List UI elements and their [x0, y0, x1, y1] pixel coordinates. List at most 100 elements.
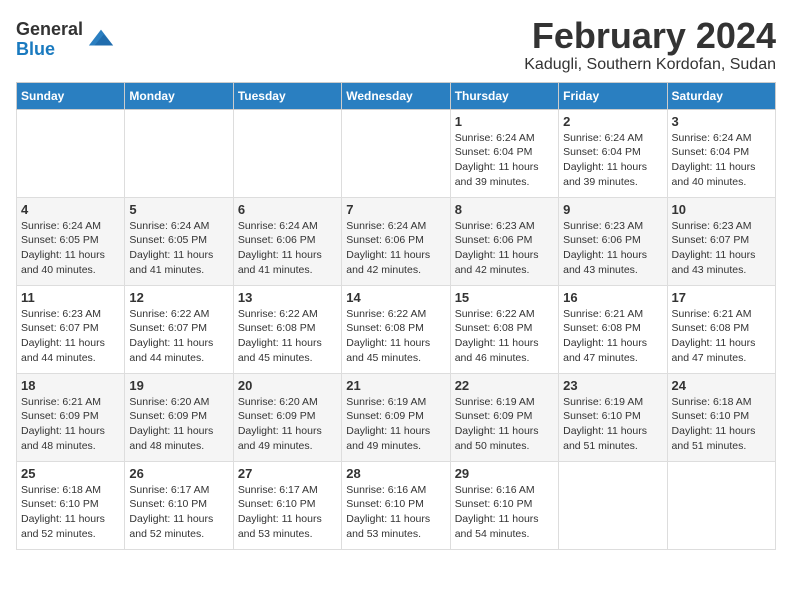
day-info: Sunrise: 6:16 AMSunset: 6:10 PMDaylight:… — [455, 483, 554, 542]
day-info: Sunrise: 6:16 AMSunset: 6:10 PMDaylight:… — [346, 483, 445, 542]
title-block: February 2024 Kadugli, Southern Kordofan… — [524, 16, 776, 74]
day-number: 26 — [129, 466, 228, 481]
day-number: 16 — [563, 290, 662, 305]
day-info: Sunrise: 6:19 AMSunset: 6:09 PMDaylight:… — [346, 395, 445, 454]
calendar-cell: 27 Sunrise: 6:17 AMSunset: 6:10 PMDayligh… — [233, 461, 341, 549]
day-number: 27 — [238, 466, 337, 481]
calendar-cell: 6 Sunrise: 6:24 AMSunset: 6:06 PMDaylight… — [233, 197, 341, 285]
calendar-cell: 16Sunrise: 6:21 AMSunset: 6:08 PMDayligh… — [559, 285, 667, 373]
calendar-cell: 10 Sunrise: 6:23 AMSunset: 6:07 PMDayligh… — [667, 197, 775, 285]
calendar-cell: 23Sunrise: 6:19 AMSunset: 6:10 PMDayligh… — [559, 373, 667, 461]
sub-title: Kadugli, Southern Kordofan, Sudan — [524, 56, 776, 74]
day-number: 21 — [346, 378, 445, 393]
day-info: Sunrise: 6:17 AMSunset: 6:10 PMDaylight:… — [238, 483, 337, 542]
header-friday: Friday — [559, 82, 667, 109]
logo-icon — [87, 25, 115, 53]
day-number: 17 — [672, 290, 771, 305]
header-tuesday: Tuesday — [233, 82, 341, 109]
calendar-cell: 22 Sunrise: 6:19 AMSunset: 6:09 PMDayligh… — [450, 373, 558, 461]
calendar-cell — [17, 109, 125, 197]
day-number: 2 — [563, 114, 662, 129]
calendar-week-1: 1Sunrise: 6:24 AMSunset: 6:04 PMDaylight… — [17, 109, 776, 197]
header-saturday: Saturday — [667, 82, 775, 109]
day-info: Sunrise: 6:21 AMSunset: 6:08 PMDaylight:… — [672, 307, 771, 366]
day-number: 18 — [21, 378, 120, 393]
calendar-cell: 25 Sunrise: 6:18 AMSunset: 6:10 PMDayligh… — [17, 461, 125, 549]
day-info: Sunrise: 6:18 AMSunset: 6:10 PMDaylight:… — [21, 483, 120, 542]
day-number: 9 — [563, 202, 662, 217]
calendar-cell: 12 Sunrise: 6:22 AMSunset: 6:07 PMDayligh… — [125, 285, 233, 373]
day-info: Sunrise: 6:21 AMSunset: 6:09 PMDaylight:… — [21, 395, 120, 454]
day-info: Sunrise: 6:23 AMSunset: 6:07 PMDaylight:… — [672, 219, 771, 278]
day-number: 12 — [129, 290, 228, 305]
day-info: Sunrise: 6:19 AMSunset: 6:10 PMDaylight:… — [563, 395, 662, 454]
calendar-cell: 29 Sunrise: 6:16 AMSunset: 6:10 PMDayligh… — [450, 461, 558, 549]
calendar-cell — [559, 461, 667, 549]
day-number: 25 — [21, 466, 120, 481]
day-number: 3 — [672, 114, 771, 129]
calendar-body: 1Sunrise: 6:24 AMSunset: 6:04 PMDaylight… — [17, 109, 776, 549]
calendar-cell — [667, 461, 775, 549]
calendar-cell — [342, 109, 450, 197]
logo-general: General — [16, 20, 83, 40]
header-monday: Monday — [125, 82, 233, 109]
calendar-cell: 7Sunrise: 6:24 AMSunset: 6:06 PMDaylight… — [342, 197, 450, 285]
day-info: Sunrise: 6:23 AMSunset: 6:07 PMDaylight:… — [21, 307, 120, 366]
day-number: 11 — [21, 290, 120, 305]
day-number: 29 — [455, 466, 554, 481]
calendar-cell: 17 Sunrise: 6:21 AMSunset: 6:08 PMDayligh… — [667, 285, 775, 373]
day-info: Sunrise: 6:24 AMSunset: 6:04 PMDaylight:… — [563, 131, 662, 190]
day-number: 4 — [21, 202, 120, 217]
day-number: 20 — [238, 378, 337, 393]
day-info: Sunrise: 6:20 AMSunset: 6:09 PMDaylight:… — [238, 395, 337, 454]
logo: General Blue — [16, 20, 115, 60]
calendar-cell — [125, 109, 233, 197]
calendar-week-4: 18 Sunrise: 6:21 AMSunset: 6:09 PMDayligh… — [17, 373, 776, 461]
day-info: Sunrise: 6:20 AMSunset: 6:09 PMDaylight:… — [129, 395, 228, 454]
day-number: 5 — [129, 202, 228, 217]
day-number: 13 — [238, 290, 337, 305]
day-info: Sunrise: 6:19 AMSunset: 6:09 PMDaylight:… — [455, 395, 554, 454]
calendar-week-5: 25 Sunrise: 6:18 AMSunset: 6:10 PMDayligh… — [17, 461, 776, 549]
day-info: Sunrise: 6:17 AMSunset: 6:10 PMDaylight:… — [129, 483, 228, 542]
day-info: Sunrise: 6:22 AMSunset: 6:07 PMDaylight:… — [129, 307, 228, 366]
day-info: Sunrise: 6:22 AMSunset: 6:08 PMDaylight:… — [455, 307, 554, 366]
calendar-cell: 18 Sunrise: 6:21 AMSunset: 6:09 PMDayligh… — [17, 373, 125, 461]
day-number: 7 — [346, 202, 445, 217]
main-title: February 2024 — [524, 16, 776, 56]
day-number: 22 — [455, 378, 554, 393]
logo-blue: Blue — [16, 40, 83, 60]
day-number: 10 — [672, 202, 771, 217]
day-number: 28 — [346, 466, 445, 481]
calendar-week-2: 4 Sunrise: 6:24 AMSunset: 6:05 PMDaylight… — [17, 197, 776, 285]
calendar-cell: 19 Sunrise: 6:20 AMSunset: 6:09 PMDayligh… — [125, 373, 233, 461]
header-thursday: Thursday — [450, 82, 558, 109]
day-number: 15 — [455, 290, 554, 305]
day-info: Sunrise: 6:18 AMSunset: 6:10 PMDaylight:… — [672, 395, 771, 454]
calendar-cell: 13 Sunrise: 6:22 AMSunset: 6:08 PMDayligh… — [233, 285, 341, 373]
day-info: Sunrise: 6:24 AMSunset: 6:04 PMDaylight:… — [672, 131, 771, 190]
day-number: 6 — [238, 202, 337, 217]
calendar-header: Sunday Monday Tuesday Wednesday Thursday… — [17, 82, 776, 109]
day-info: Sunrise: 6:22 AMSunset: 6:08 PMDaylight:… — [346, 307, 445, 366]
day-info: Sunrise: 6:22 AMSunset: 6:08 PMDaylight:… — [238, 307, 337, 366]
calendar-cell: 20 Sunrise: 6:20 AMSunset: 6:09 PMDayligh… — [233, 373, 341, 461]
calendar-cell: 26 Sunrise: 6:17 AMSunset: 6:10 PMDayligh… — [125, 461, 233, 549]
calendar-cell — [233, 109, 341, 197]
calendar-cell: 5 Sunrise: 6:24 AMSunset: 6:05 PMDaylight… — [125, 197, 233, 285]
page-header: General Blue February 2024 Kadugli, Sout… — [16, 16, 776, 74]
calendar-cell: 2 Sunrise: 6:24 AMSunset: 6:04 PMDaylight… — [559, 109, 667, 197]
calendar-cell: 11 Sunrise: 6:23 AMSunset: 6:07 PMDayligh… — [17, 285, 125, 373]
calendar-cell: 9Sunrise: 6:23 AMSunset: 6:06 PMDaylight… — [559, 197, 667, 285]
calendar-cell: 4Sunrise: 6:24 AMSunset: 6:05 PMDaylight… — [17, 197, 125, 285]
day-info: Sunrise: 6:23 AMSunset: 6:06 PMDaylight:… — [455, 219, 554, 278]
calendar-cell: 3 Sunrise: 6:24 AMSunset: 6:04 PMDaylight… — [667, 109, 775, 197]
day-info: Sunrise: 6:24 AMSunset: 6:05 PMDaylight:… — [129, 219, 228, 278]
calendar-cell: 8Sunrise: 6:23 AMSunset: 6:06 PMDaylight… — [450, 197, 558, 285]
day-info: Sunrise: 6:24 AMSunset: 6:06 PMDaylight:… — [238, 219, 337, 278]
calendar-cell: 14Sunrise: 6:22 AMSunset: 6:08 PMDayligh… — [342, 285, 450, 373]
header-sunday: Sunday — [17, 82, 125, 109]
header-row: Sunday Monday Tuesday Wednesday Thursday… — [17, 82, 776, 109]
calendar-cell: 15 Sunrise: 6:22 AMSunset: 6:08 PMDayligh… — [450, 285, 558, 373]
day-number: 19 — [129, 378, 228, 393]
